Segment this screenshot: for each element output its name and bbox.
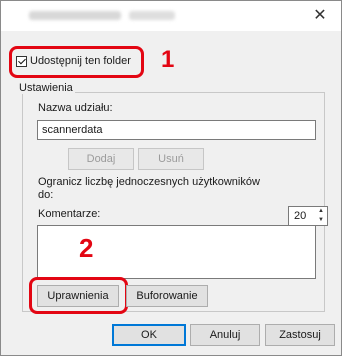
step1-number: 1 — [161, 46, 175, 73]
caching-button[interactable]: Buforowanie — [126, 285, 208, 307]
user-limit-label-line2: do: — [38, 189, 54, 201]
comments-label: Komentarze: — [38, 208, 101, 220]
step2-number: 2 — [79, 233, 94, 263]
dialog-title-blurred — [29, 11, 121, 20]
title-bar: ✕ — [1, 1, 341, 31]
share-name-input[interactable]: scannerdata — [37, 120, 316, 140]
apply-button[interactable]: Zastosuj — [265, 324, 335, 346]
dialog-title-blurred-2 — [129, 11, 175, 20]
ok-button[interactable]: OK — [112, 324, 186, 346]
user-limit-label-line1: Ogranicz liczbę jednoczesnych użytkownik… — [38, 176, 260, 188]
cancel-button[interactable]: Anuluj — [190, 324, 260, 346]
user-limit-input[interactable]: 20 — [288, 206, 316, 226]
remove-button[interactable]: Usuń — [138, 148, 204, 170]
close-icon[interactable]: ✕ — [307, 5, 333, 27]
spin-up-icon[interactable]: ▲ — [315, 207, 327, 216]
spin-down-icon[interactable]: ▼ — [315, 216, 327, 225]
share-name-label: Nazwa udziału: — [38, 102, 113, 114]
settings-legend: Ustawienia — [17, 82, 75, 94]
add-button[interactable]: Dodaj — [68, 148, 134, 170]
step1-highlight — [9, 46, 144, 78]
step2-highlight — [29, 277, 128, 314]
advanced-sharing-dialog: ✕ Udostępnij ten folder 1 Ustawienia Naz… — [0, 0, 342, 356]
user-limit-spinner[interactable]: ▲ ▼ — [315, 206, 328, 226]
